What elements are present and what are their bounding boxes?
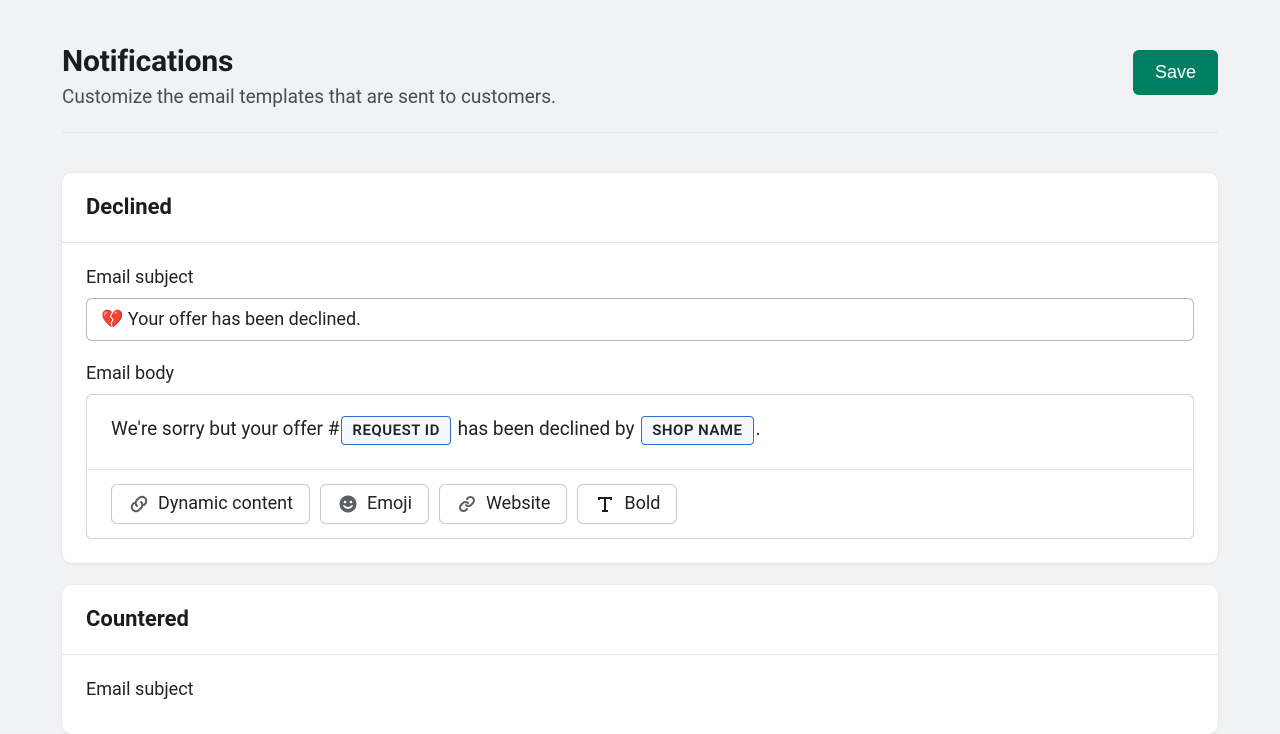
emoji-button[interactable]: Emoji xyxy=(320,484,429,524)
header-divider xyxy=(62,132,1218,133)
emoji-icon xyxy=(337,493,359,515)
bold-button[interactable]: Bold xyxy=(577,484,677,524)
card-declined-title: Declined xyxy=(86,195,1194,220)
page-subtitle: Customize the email templates that are s… xyxy=(62,85,556,108)
card-declined: Declined Email subject Email body We're … xyxy=(62,173,1218,563)
token-request-id[interactable]: REQUEST ID xyxy=(341,416,450,445)
bold-label: Bold xyxy=(624,493,660,514)
page-title: Notifications xyxy=(62,44,556,79)
link-chain-icon xyxy=(128,493,150,515)
text-format-icon xyxy=(594,493,616,515)
page-header: Notifications Customize the email templa… xyxy=(62,44,1218,108)
save-button[interactable]: Save xyxy=(1133,50,1218,95)
dynamic-content-label: Dynamic content xyxy=(158,493,293,514)
body-label: Email body xyxy=(86,363,1194,384)
card-countered: Countered Email subject xyxy=(62,585,1218,734)
countered-subject-label: Email subject xyxy=(86,679,1194,700)
body-editor-content[interactable]: We're sorry but your offer #REQUEST ID h… xyxy=(87,395,1193,469)
body-editor[interactable]: We're sorry but your offer #REQUEST ID h… xyxy=(86,394,1194,539)
subject-label: Email subject xyxy=(86,267,1194,288)
token-shop-name[interactable]: SHOP NAME xyxy=(641,416,753,445)
editor-toolbar: Dynamic content Emoj xyxy=(87,469,1193,538)
body-text-after: . xyxy=(756,417,761,440)
body-text-middle: has been declined by xyxy=(453,417,639,440)
dynamic-content-button[interactable]: Dynamic content xyxy=(111,484,310,524)
website-label: Website xyxy=(486,493,550,514)
subject-input[interactable] xyxy=(86,298,1194,341)
link-icon xyxy=(456,493,478,515)
emoji-label: Emoji xyxy=(367,493,412,514)
website-button[interactable]: Website xyxy=(439,484,567,524)
body-text-before: We're sorry but your offer # xyxy=(111,417,339,440)
card-countered-title: Countered xyxy=(86,607,1194,632)
